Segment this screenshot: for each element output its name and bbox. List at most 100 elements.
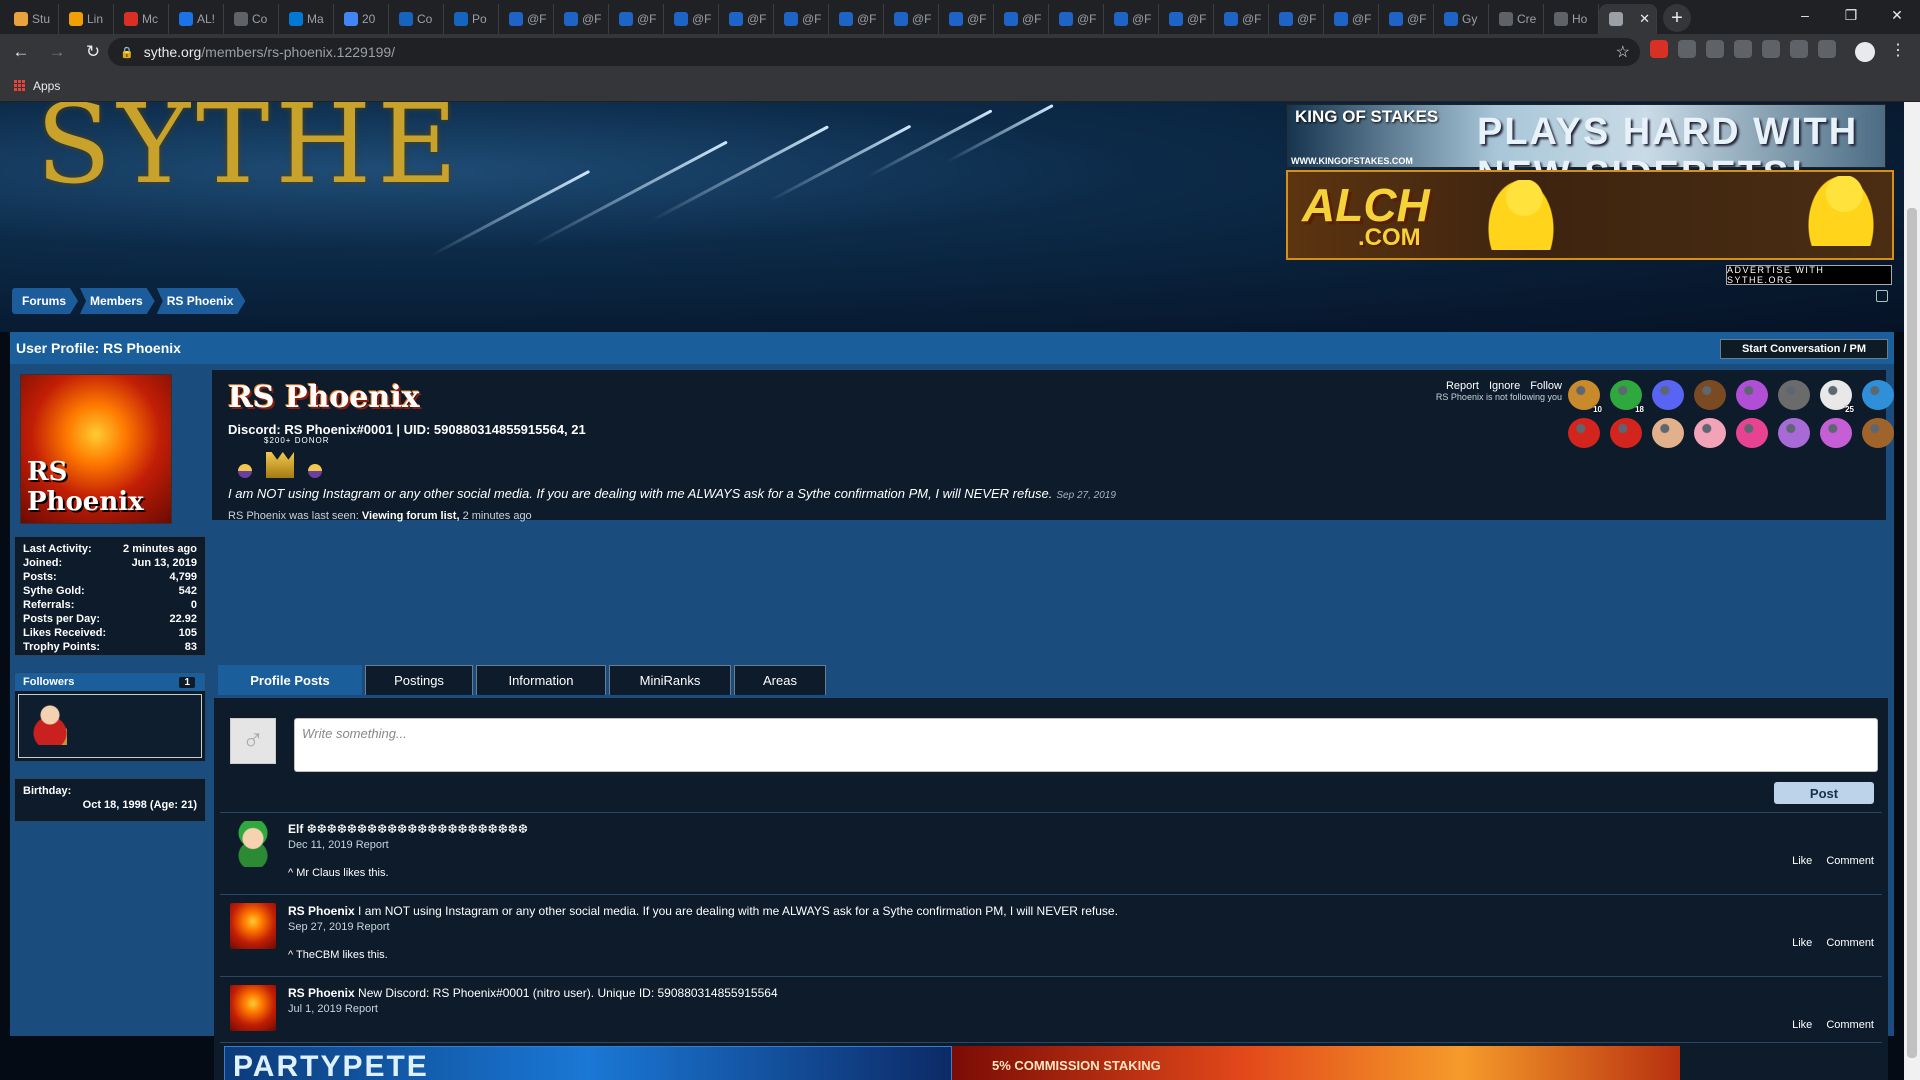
advertise-link[interactable]: ADVERTISE WITH SYTHE.ORG bbox=[1726, 265, 1892, 285]
browser-tab[interactable]: @F bbox=[719, 4, 774, 34]
like-link[interactable]: Like bbox=[1792, 855, 1812, 867]
post-button[interactable]: Post bbox=[1774, 782, 1874, 804]
browser-tab[interactable]: AL! bbox=[169, 4, 224, 34]
browser-tab[interactable]: Ma bbox=[279, 4, 334, 34]
browser-tab[interactable]: @F bbox=[1214, 4, 1269, 34]
browser-tab[interactable]: @F bbox=[829, 4, 884, 34]
minimize-icon[interactable]: – bbox=[1782, 0, 1828, 30]
browser-tab[interactable]: Co bbox=[389, 4, 444, 34]
browser-tab[interactable]: @F bbox=[1269, 4, 1324, 34]
browser-tab[interactable]: @F bbox=[554, 4, 609, 34]
comment-link[interactable]: Comment bbox=[1826, 855, 1874, 867]
post-author[interactable]: RS Phoenix bbox=[288, 986, 355, 1000]
restore-icon[interactable]: ❐ bbox=[1828, 0, 1874, 30]
browser-tab[interactable]: @F bbox=[994, 4, 1049, 34]
forward-icon[interactable]: → bbox=[42, 37, 72, 67]
new-tab-button[interactable]: + bbox=[1663, 4, 1691, 32]
gift-trophy-icon[interactable] bbox=[1820, 418, 1852, 448]
close-tab-icon[interactable]: ✕ bbox=[1639, 11, 1650, 27]
tab-information[interactable]: Information bbox=[476, 665, 606, 695]
alch-ad[interactable]: ALCH .COM bbox=[1286, 170, 1894, 260]
followers-label[interactable]: Followers bbox=[23, 676, 74, 688]
face-trophy-icon[interactable] bbox=[1652, 418, 1684, 448]
report-link[interactable]: Report bbox=[356, 839, 389, 851]
browser-tab[interactable]: Lin bbox=[59, 4, 114, 34]
reload-icon[interactable]: ↻ bbox=[78, 37, 108, 67]
write-something-input[interactable]: Write something... bbox=[294, 718, 1878, 772]
extension-icon[interactable] bbox=[1790, 40, 1808, 58]
post-avatar[interactable] bbox=[230, 821, 276, 867]
ribbon-trophy-icon[interactable] bbox=[1610, 418, 1642, 448]
address-bar[interactable]: 🔒 sythe.org/members/rs-phoenix.1229199/ … bbox=[108, 38, 1640, 66]
report-link[interactable]: Report bbox=[345, 1003, 378, 1015]
scrollbar-thumb[interactable] bbox=[1907, 208, 1917, 1058]
pig-trophy-icon[interactable] bbox=[1694, 418, 1726, 448]
king-of-stakes-ad[interactable]: KING OF STAKES PLAYS HARD WITH NEW SIDEB… bbox=[1286, 104, 1886, 196]
menu-dots-icon[interactable]: ⋮ bbox=[1890, 40, 1906, 60]
partypete-ad[interactable]: PARTYPETE bbox=[224, 1046, 952, 1080]
ship-trophy-icon[interactable] bbox=[1862, 380, 1894, 410]
profile-avatar-large[interactable]: RS Phoenix bbox=[20, 374, 172, 524]
browser-tab[interactable]: @F bbox=[1379, 4, 1434, 34]
browser-tab[interactable]: @F bbox=[1324, 4, 1379, 34]
extension-icon[interactable] bbox=[1706, 40, 1724, 58]
scrollbar[interactable] bbox=[1904, 102, 1920, 1080]
gem-trophy-icon[interactable] bbox=[1736, 380, 1768, 410]
clover-trophy-icon[interactable]: 18 bbox=[1610, 380, 1644, 414]
expand-icon[interactable] bbox=[1876, 290, 1888, 302]
extension-icon[interactable] bbox=[1762, 40, 1780, 58]
post-avatar[interactable] bbox=[230, 903, 276, 949]
commission-staking-ad[interactable]: 5% COMMISSION STAKING bbox=[952, 1046, 1680, 1080]
discord-trophy-icon[interactable] bbox=[1652, 380, 1684, 410]
liker-name[interactable]: Mr Claus bbox=[296, 867, 340, 879]
sythe-logo[interactable]: SYTHE bbox=[36, 102, 464, 208]
extension-icon[interactable] bbox=[1678, 40, 1696, 58]
browser-tab[interactable]: Po bbox=[444, 4, 499, 34]
extension-icon[interactable] bbox=[1650, 40, 1668, 58]
comment-link[interactable]: Comment bbox=[1826, 1019, 1874, 1031]
browser-tab[interactable]: @F bbox=[939, 4, 994, 34]
tab-areas[interactable]: Areas bbox=[734, 665, 826, 695]
browser-tab[interactable]: @F bbox=[499, 4, 554, 34]
breadcrumb-forums[interactable]: Forums bbox=[12, 288, 78, 314]
profile-avatar[interactable] bbox=[1855, 42, 1875, 62]
comment-link[interactable]: Comment bbox=[1826, 937, 1874, 949]
post-date[interactable]: Sep 27, 2019 bbox=[288, 921, 353, 933]
book-trophy-icon[interactable] bbox=[1694, 380, 1726, 410]
rainbow-trophy-icon[interactable] bbox=[1736, 418, 1768, 448]
extension-icon[interactable] bbox=[1734, 40, 1752, 58]
post-date[interactable]: Dec 11, 2019 bbox=[288, 839, 353, 851]
like-link[interactable]: Like bbox=[1792, 1019, 1812, 1031]
browser-tab[interactable]: 20 bbox=[334, 4, 389, 34]
report-link[interactable]: Report bbox=[1446, 380, 1479, 392]
cog-trophy-icon[interactable] bbox=[1778, 418, 1810, 448]
follower-avatar[interactable] bbox=[33, 705, 67, 745]
browser-tab[interactable]: @F bbox=[1049, 4, 1104, 34]
last-seen-activity[interactable]: Viewing forum list, bbox=[362, 510, 460, 522]
tab-miniranks[interactable]: MiniRanks bbox=[609, 665, 731, 695]
browser-tab[interactable]: Gy bbox=[1434, 4, 1489, 34]
apps-icon[interactable] bbox=[14, 80, 25, 91]
extension-icon[interactable] bbox=[1818, 40, 1836, 58]
like-link[interactable]: Like bbox=[1792, 937, 1812, 949]
close-window-icon[interactable]: ✕ bbox=[1874, 0, 1920, 30]
horseshoe-trophy-icon[interactable]: 10 bbox=[1568, 380, 1602, 414]
back-icon[interactable]: ← bbox=[6, 37, 36, 67]
report-link[interactable]: Report bbox=[357, 921, 390, 933]
squirrel-trophy-icon[interactable] bbox=[1862, 418, 1894, 448]
browser-tab[interactable]: @F bbox=[1159, 4, 1214, 34]
post-author[interactable]: Elf bbox=[288, 822, 303, 836]
browser-tab[interactable]: @F bbox=[774, 4, 829, 34]
post-date[interactable]: Jul 1, 2019 bbox=[288, 1003, 342, 1015]
apps-bookmark[interactable]: Apps bbox=[33, 79, 60, 93]
tombstone-trophy-icon[interactable] bbox=[1778, 380, 1810, 410]
ghost-trophy-icon[interactable]: 25 bbox=[1820, 380, 1854, 414]
browser-tab[interactable]: @F bbox=[664, 4, 719, 34]
browser-tab[interactable]: Ho bbox=[1544, 4, 1599, 34]
post-avatar[interactable] bbox=[230, 985, 276, 1031]
ignore-link[interactable]: Ignore bbox=[1489, 380, 1520, 392]
tab-profile-posts[interactable]: Profile Posts bbox=[218, 665, 362, 695]
post-author[interactable]: RS Phoenix bbox=[288, 904, 355, 918]
follow-link[interactable]: Follow bbox=[1530, 380, 1562, 392]
start-conversation-button[interactable]: Start Conversation / PM bbox=[1720, 339, 1888, 359]
